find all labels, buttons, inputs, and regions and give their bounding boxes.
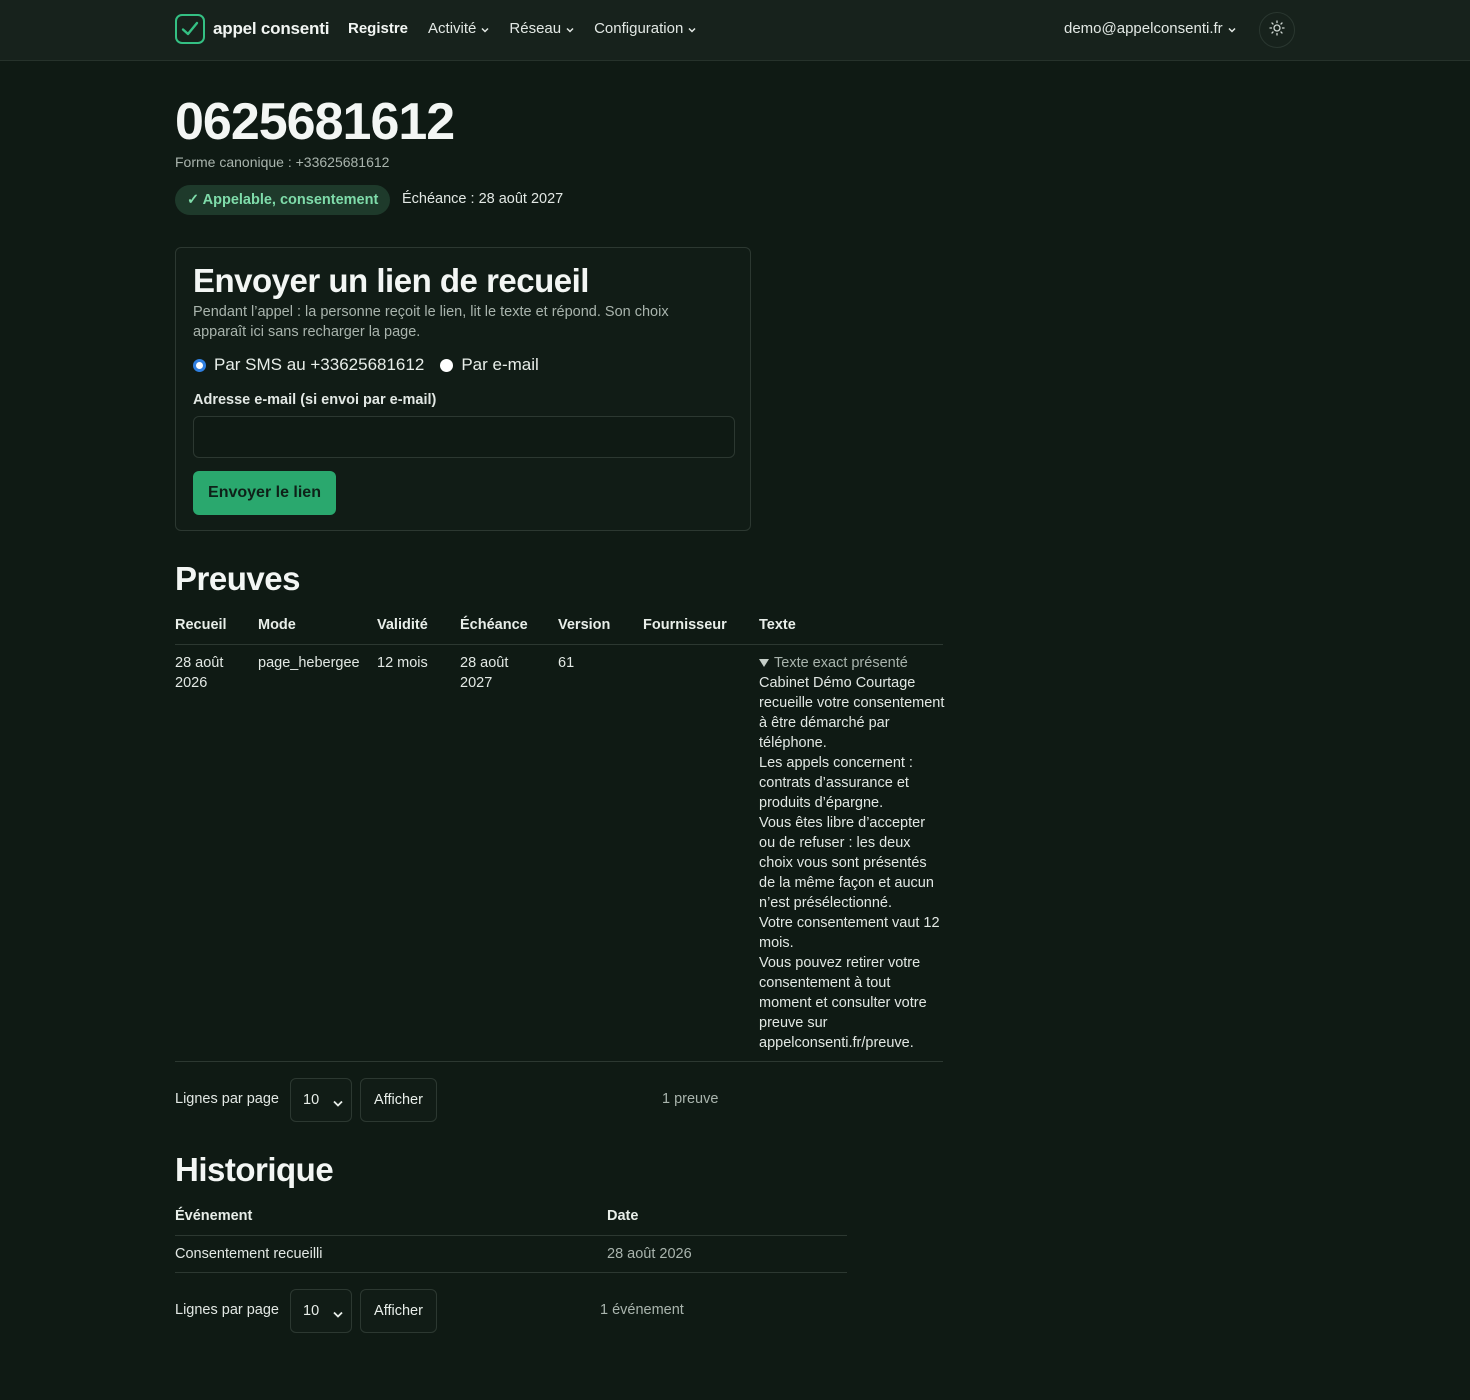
select-value: 10 xyxy=(303,1092,320,1108)
main-nav: Registre Activité Réseau Configuration xyxy=(348,20,716,37)
cell-mode: page_hebergee xyxy=(258,655,360,671)
history-count: 1 événement xyxy=(600,1302,684,1318)
details-summary-label: Texte exact présenté xyxy=(774,655,908,671)
proofs-count: 1 preuve xyxy=(662,1091,719,1107)
send-link-button[interactable]: Envoyer le lien xyxy=(193,471,336,515)
nav-configuration[interactable]: Configuration xyxy=(594,20,696,37)
chevron-down-icon xyxy=(688,20,696,37)
select-value: 10 xyxy=(303,1303,320,1319)
consent-text-line: Cabinet Démo Courtage recueille votre co… xyxy=(759,675,945,751)
send-method-group: Par SMS au +33625681612 Par e-mail xyxy=(193,355,539,375)
nav-reseau-label: Réseau xyxy=(509,20,562,37)
col-evenement: Événement xyxy=(175,1208,253,1224)
top-navbar: appel consenti Registre Activité Réseau … xyxy=(0,0,1470,61)
canonical-form: Forme canonique : +33625681612 xyxy=(175,154,390,170)
email-field[interactable] xyxy=(193,416,735,458)
brand-link[interactable]: appel consenti xyxy=(175,14,329,44)
cell-validite: 12 mois xyxy=(377,655,428,671)
cell-echeance: 28 août 2027 xyxy=(460,655,509,691)
text-details-toggle[interactable]: Texte exact présenté xyxy=(759,653,945,673)
cell-version: 61 xyxy=(558,655,575,671)
chevron-down-icon xyxy=(333,1306,343,1322)
user-menu[interactable]: demo@appelconsenti.fr xyxy=(1064,20,1236,37)
nav-reseau[interactable]: Réseau xyxy=(509,20,574,37)
radio-email-label[interactable]: Par e-mail xyxy=(461,355,538,375)
col-texte: Texte xyxy=(759,617,796,633)
brand-name: appel consenti xyxy=(213,19,330,38)
card-title: Envoyer un lien de recueil xyxy=(193,262,589,299)
nav-registre-label: Registre xyxy=(348,20,409,37)
send-link-card: Envoyer un lien de recueil Pendant l’app… xyxy=(175,247,751,531)
col-version: Version xyxy=(558,617,611,633)
nav-configuration-label: Configuration xyxy=(594,20,684,37)
triangle-down-icon xyxy=(759,653,769,673)
radio-email[interactable] xyxy=(440,358,454,372)
rows-per-page-label: Lignes par page xyxy=(175,1091,279,1107)
checkmark-logo-icon xyxy=(175,14,205,44)
cell-recueil: 28 août 2026 xyxy=(175,655,224,691)
status-badge: ✓ Appelable, consentement xyxy=(175,185,391,215)
sun-icon xyxy=(1269,20,1285,40)
col-validite: Validité xyxy=(377,617,428,633)
rows-per-page-label: Lignes par page xyxy=(175,1302,279,1318)
chevron-down-icon xyxy=(1228,20,1236,37)
col-recueil: Recueil xyxy=(175,617,227,633)
divider xyxy=(175,1272,847,1273)
rows-per-page-select[interactable]: 10 xyxy=(290,1289,352,1333)
divider xyxy=(175,1061,943,1062)
nav-activite[interactable]: Activité xyxy=(428,20,489,37)
consent-text-line: Les appels concernent : contrats d’assur… xyxy=(759,755,913,811)
proofs-title: Preuves xyxy=(175,560,300,597)
user-email: demo@appelconsenti.fr xyxy=(1064,20,1223,37)
email-field-label: Adresse e-mail (si envoi par e-mail) xyxy=(193,392,437,408)
nav-activite-label: Activité xyxy=(428,20,477,37)
divider xyxy=(175,644,943,645)
col-date: Date xyxy=(607,1208,639,1224)
cell-date: 28 août 2026 xyxy=(607,1246,692,1262)
theme-toggle-button[interactable] xyxy=(1259,12,1295,48)
cell-event: Consentement recueilli xyxy=(175,1246,323,1262)
chevron-down-icon xyxy=(566,20,574,37)
history-title: Historique xyxy=(175,1151,334,1188)
col-echeance: Échéance xyxy=(460,617,528,633)
rows-per-page-select[interactable]: 10 xyxy=(290,1078,352,1122)
radio-sms-label[interactable]: Par SMS au +33625681612 xyxy=(214,355,424,375)
radio-sms[interactable] xyxy=(193,358,206,372)
divider xyxy=(175,1235,847,1236)
show-button[interactable]: Afficher xyxy=(360,1289,437,1333)
show-button[interactable]: Afficher xyxy=(360,1078,437,1122)
nav-registre[interactable]: Registre xyxy=(348,20,408,37)
expiry-date: Échéance : 28 août 2027 xyxy=(402,191,564,207)
consent-text-line: Vous êtes libre d’accepter ou de refuser… xyxy=(759,815,934,911)
card-description: Pendant l’appel : la personne reçoit le … xyxy=(193,304,669,340)
page-title: 0625681612 xyxy=(175,93,455,151)
cell-texte: Texte exact présenté Cabinet Démo Courta… xyxy=(759,653,945,1053)
chevron-down-icon xyxy=(481,20,489,37)
col-fournisseur: Fournisseur xyxy=(643,617,727,633)
chevron-down-icon xyxy=(333,1095,343,1111)
consent-text-line: Votre consentement vaut 12 mois. xyxy=(759,915,940,951)
consent-text-line: Vous pouvez retirer votre consentement à… xyxy=(759,955,927,1051)
col-mode: Mode xyxy=(258,617,296,633)
